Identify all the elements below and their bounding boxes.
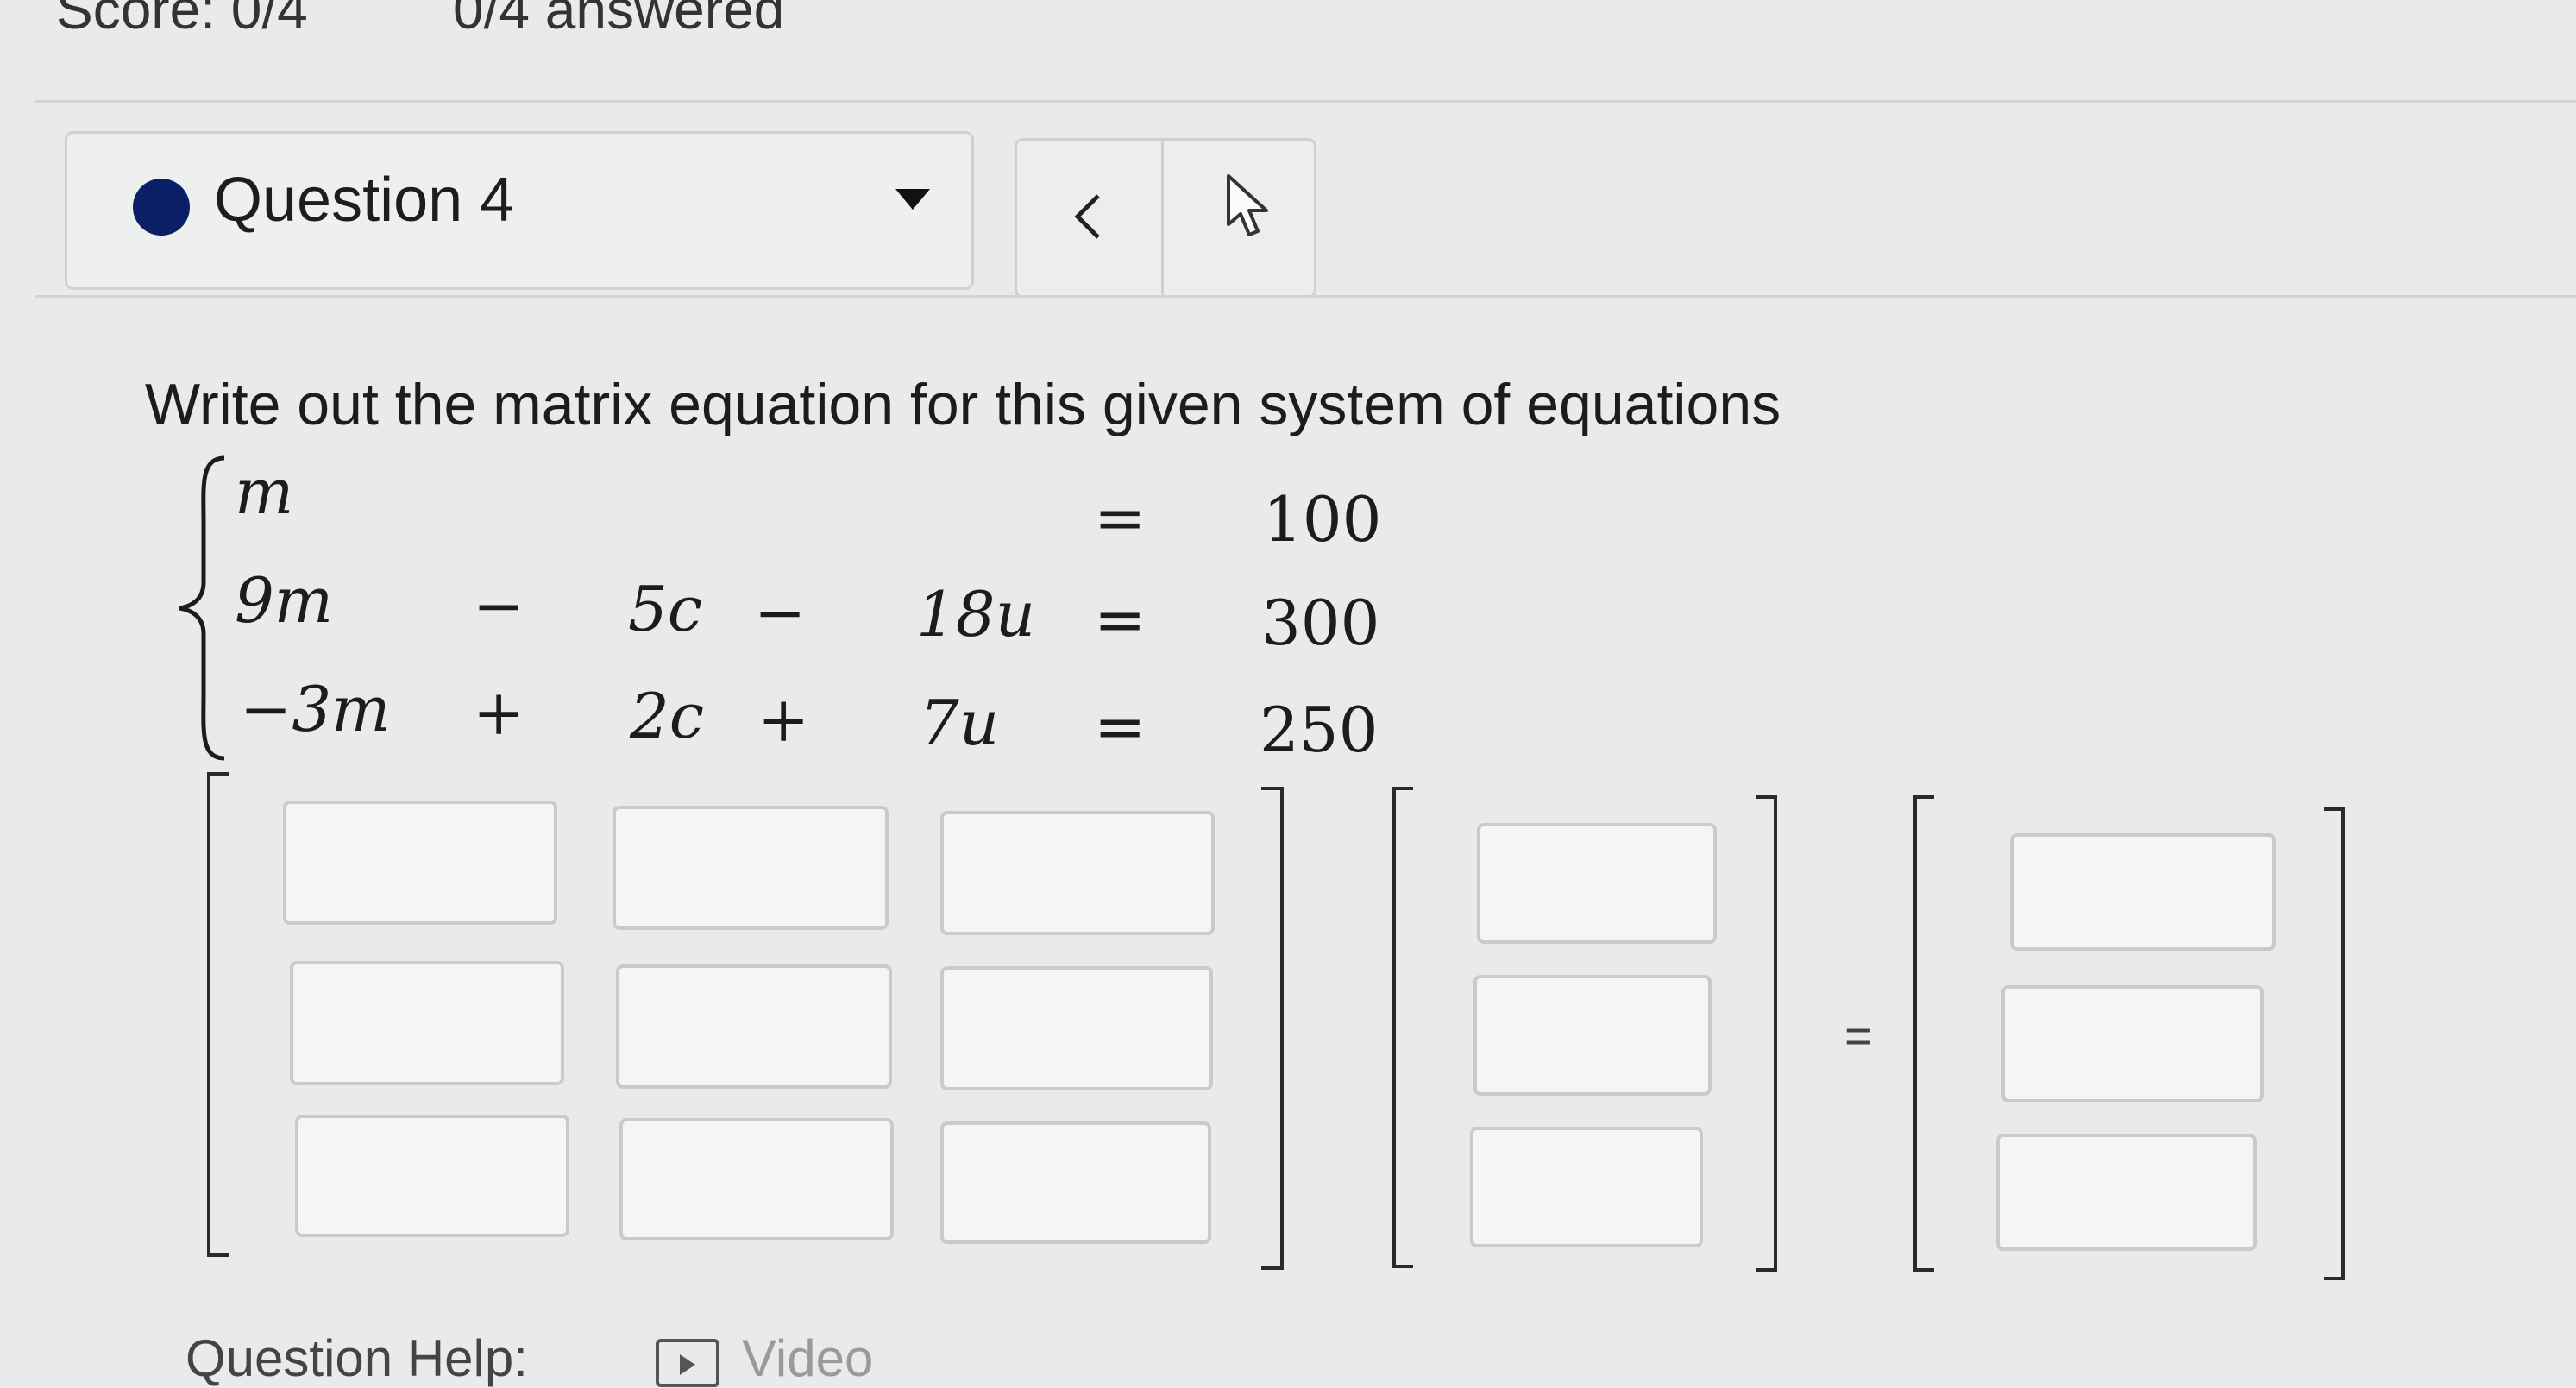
coefficient-input-r2c3[interactable] xyxy=(940,966,1213,1090)
coefficient-matrix-right-bracket xyxy=(1261,787,1284,1270)
coefficient-input-r3c1[interactable] xyxy=(295,1115,569,1237)
constant-input-1[interactable] xyxy=(2010,833,2276,951)
coefficient-input-r3c2[interactable] xyxy=(619,1118,894,1240)
coefficient-input-r1c3[interactable] xyxy=(940,811,1215,935)
variable-input-2[interactable] xyxy=(1473,975,1712,1096)
constant-input-2[interactable] xyxy=(2001,985,2264,1102)
coefficient-input-r1c2[interactable] xyxy=(613,806,889,930)
constant-vector-right-bracket xyxy=(2324,807,2345,1280)
matrix-equation: = xyxy=(0,0,2576,1379)
video-icon[interactable] xyxy=(656,1339,719,1387)
video-link[interactable]: Video xyxy=(742,1328,873,1388)
variable-vector-left-bracket xyxy=(1392,787,1413,1268)
constant-vector-left-bracket xyxy=(1913,795,1934,1272)
coefficient-input-r2c2[interactable] xyxy=(616,964,892,1089)
variable-input-3[interactable] xyxy=(1470,1127,1703,1247)
variable-vector-right-bracket xyxy=(1756,795,1777,1272)
matrix-equals-sign: = xyxy=(1844,1008,1873,1063)
coefficient-input-r1c1[interactable] xyxy=(283,801,557,925)
coefficient-matrix-left-bracket xyxy=(207,772,229,1257)
variable-input-1[interactable] xyxy=(1477,823,1717,944)
constant-input-3[interactable] xyxy=(1996,1134,2257,1251)
coefficient-input-r3c3[interactable] xyxy=(940,1121,1211,1244)
coefficient-input-r2c1[interactable] xyxy=(290,961,564,1085)
question-help-label: Question Help: xyxy=(185,1329,528,1387)
